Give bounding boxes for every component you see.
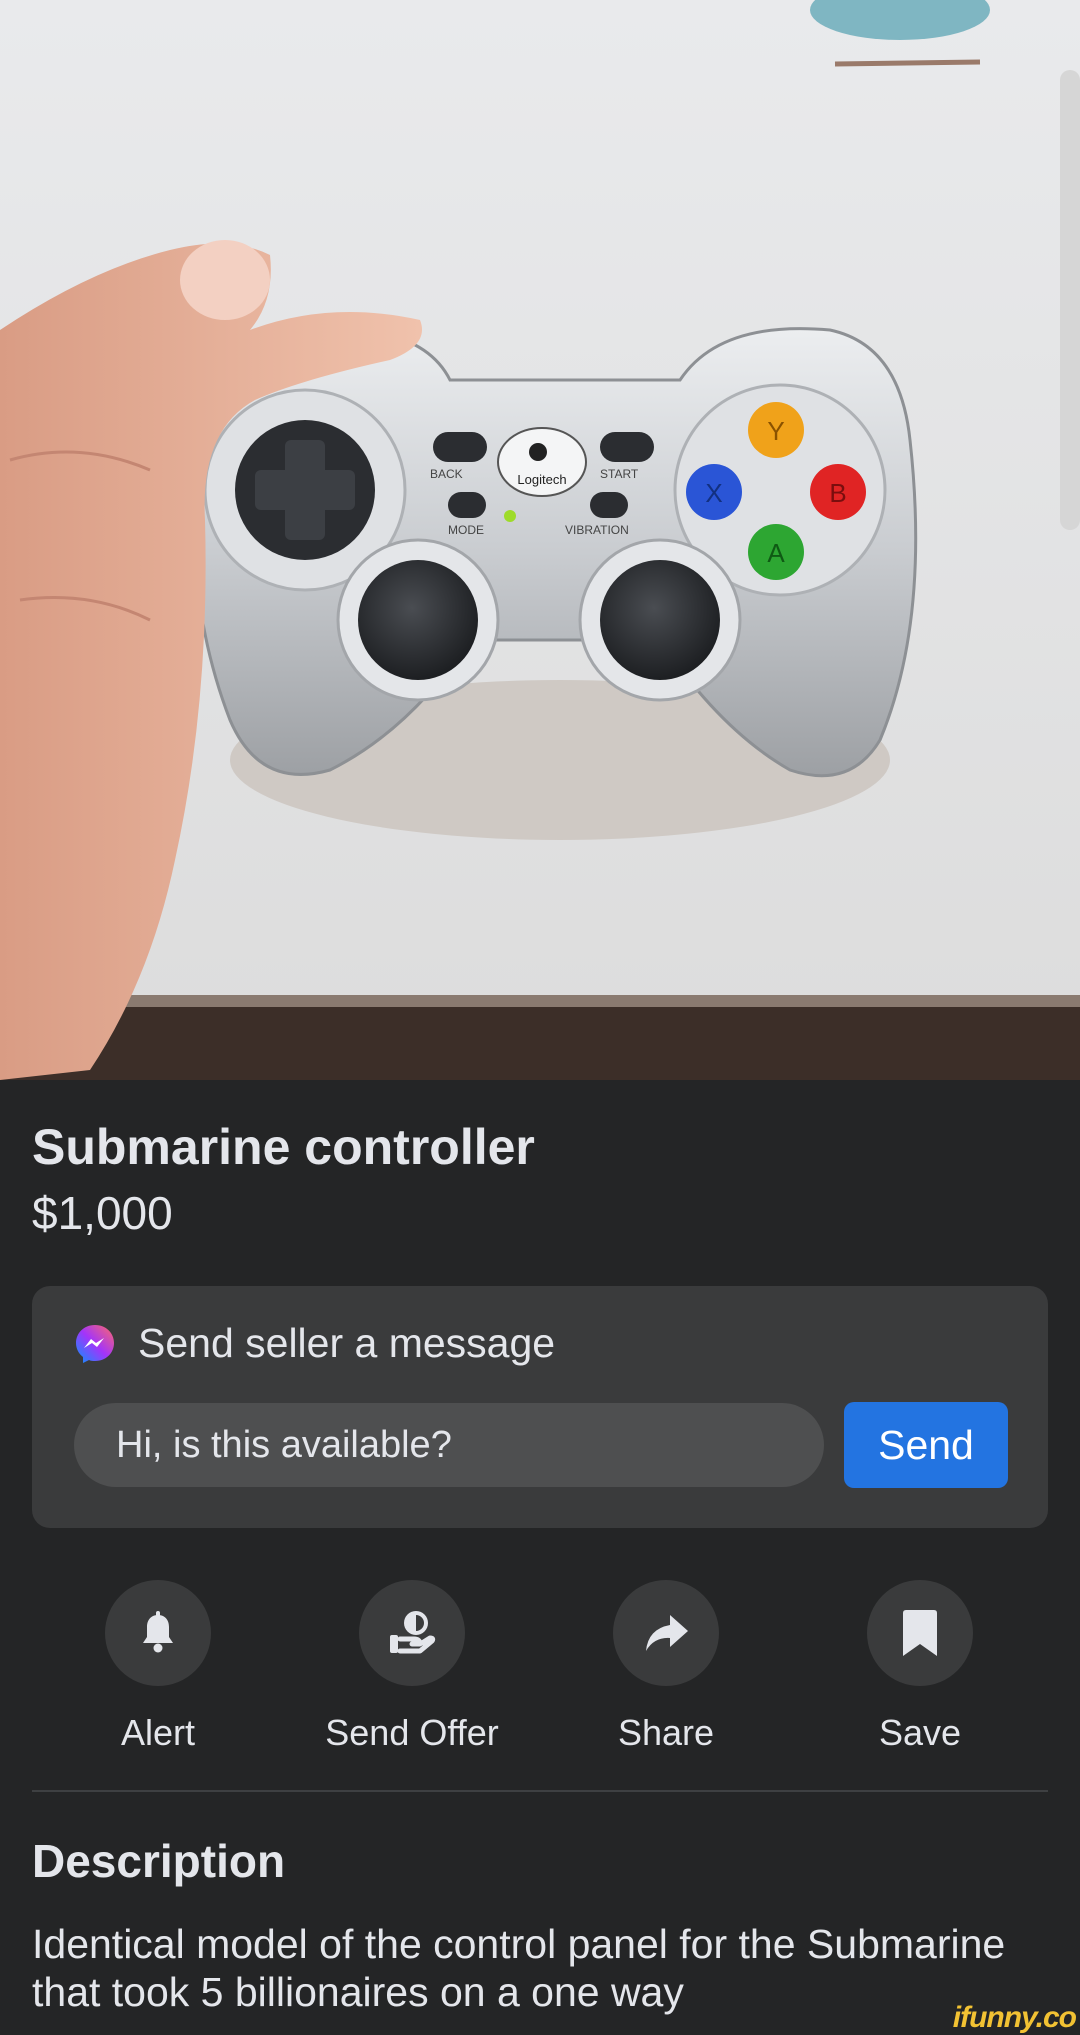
share-action[interactable]: Share — [566, 1580, 766, 1754]
description-text: Identical model of the control panel for… — [32, 1921, 1006, 2015]
action-bar: Alert Send Offer Share Save — [32, 1580, 1048, 1760]
controller-photo: Y X B A BACK START MODE VIBRATION Logite… — [0, 0, 1080, 1080]
watermark: ifunny.co — [952, 2001, 1077, 2034]
listing-photo[interactable]: Y X B A BACK START MODE VIBRATION Logite… — [0, 0, 1080, 1080]
share-label: Share — [617, 1712, 715, 1753]
mode-label: MODE — [448, 523, 484, 537]
message-header-label: Send seller a message — [138, 1320, 556, 1366]
a-button-label: A — [767, 538, 785, 568]
save-button[interactable] — [867, 1580, 973, 1686]
message-seller-card: Send seller a message Send — [32, 1286, 1048, 1528]
vibration-label: VIBRATION — [565, 523, 629, 537]
bookmark-icon — [903, 1610, 937, 1656]
send-button[interactable]: Send — [844, 1402, 1008, 1488]
x-button-label: X — [705, 478, 722, 508]
send-offer-button[interactable] — [359, 1580, 465, 1686]
share-arrow-icon — [646, 1615, 688, 1651]
message-header: Send seller a message — [74, 1320, 555, 1367]
listing-price: $1,000 — [32, 1187, 173, 1239]
y-button-label: Y — [767, 416, 784, 446]
listing-title: Submarine controller — [32, 1119, 535, 1175]
save-label: Save — [878, 1712, 962, 1753]
alert-action[interactable]: Alert — [58, 1580, 258, 1754]
send-offer-label: Send Offer — [325, 1712, 499, 1753]
brand-logo-text: Logitech — [517, 472, 566, 487]
start-label: START — [600, 467, 639, 481]
section-divider — [32, 1790, 1048, 1792]
alert-button[interactable] — [105, 1580, 211, 1686]
save-action[interactable]: Save — [820, 1580, 1020, 1754]
offer-icon — [390, 1611, 436, 1654]
b-button-label: B — [829, 478, 846, 508]
alert-label: Alert — [120, 1712, 196, 1753]
send-offer-action[interactable]: Send Offer — [312, 1580, 512, 1754]
bell-icon — [143, 1611, 173, 1653]
messenger-icon — [76, 1324, 114, 1363]
message-input[interactable] — [74, 1403, 824, 1487]
share-button[interactable] — [613, 1580, 719, 1686]
description-heading: Description — [32, 1835, 286, 1887]
back-label: BACK — [430, 467, 463, 481]
